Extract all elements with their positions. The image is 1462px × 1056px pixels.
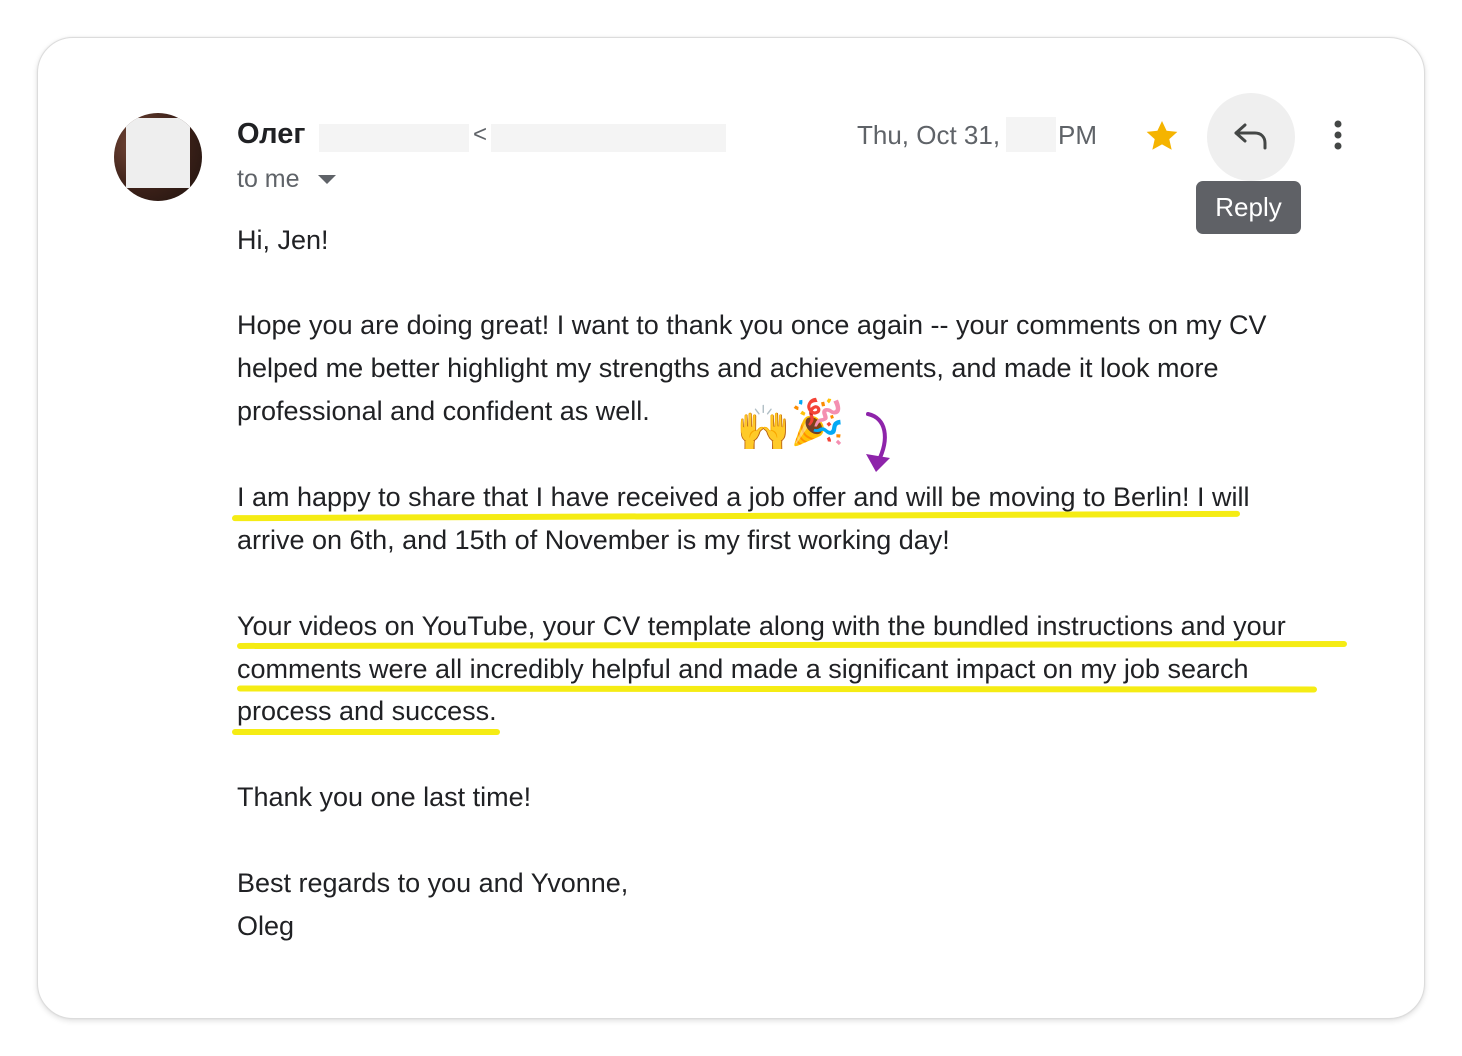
sender-avatar[interactable] — [114, 113, 202, 201]
body-line: comments were all incredibly helpful and… — [237, 654, 1249, 684]
star-icon[interactable] — [1143, 117, 1181, 155]
date-time-redaction — [1006, 117, 1056, 152]
reply-tooltip: Reply — [1196, 181, 1301, 234]
signoff-line: Best regards to you and Yvonne, — [237, 868, 629, 898]
body-line: professional and confident as well. — [237, 396, 650, 426]
reply-button[interactable] — [1207, 93, 1295, 181]
more-options-icon[interactable] — [1320, 111, 1356, 159]
curved-arrow-icon — [866, 412, 890, 472]
signature-name: Oleg — [237, 911, 295, 941]
raised-hands-emoji: 🙌 — [736, 404, 791, 453]
sender-email-redaction — [491, 124, 726, 152]
body-line: helped me better highlight my strengths … — [237, 353, 1219, 383]
sender-name[interactable]: Олег — [237, 116, 305, 152]
reply-arrow-icon — [1234, 123, 1267, 150]
body-line: Hope you are doing great! I want to than… — [237, 310, 1267, 340]
avatar-redaction — [126, 118, 190, 188]
body-line: I am happy to share that I have received… — [237, 482, 1250, 512]
recipient-details-dropdown-icon[interactable] — [318, 175, 336, 184]
message-date: Thu, Oct 31, — [857, 120, 1001, 150]
closing-line: Thank you one last time! — [237, 782, 532, 812]
sender-email-bracket: < — [473, 121, 488, 148]
message-time-suffix: PM — [1058, 120, 1097, 150]
recipient-label: to me — [237, 165, 300, 193]
body-line: arrive on 6th, and 15th of November is m… — [237, 525, 950, 555]
body-line: Your videos on YouTube, your CV template… — [237, 611, 1286, 641]
body-line: process and success. — [237, 696, 497, 726]
greeting-line: Hi, Jen! — [237, 225, 329, 255]
sender-surname-redaction — [319, 124, 469, 152]
party-popper-emoji: 🎉 — [790, 398, 845, 447]
